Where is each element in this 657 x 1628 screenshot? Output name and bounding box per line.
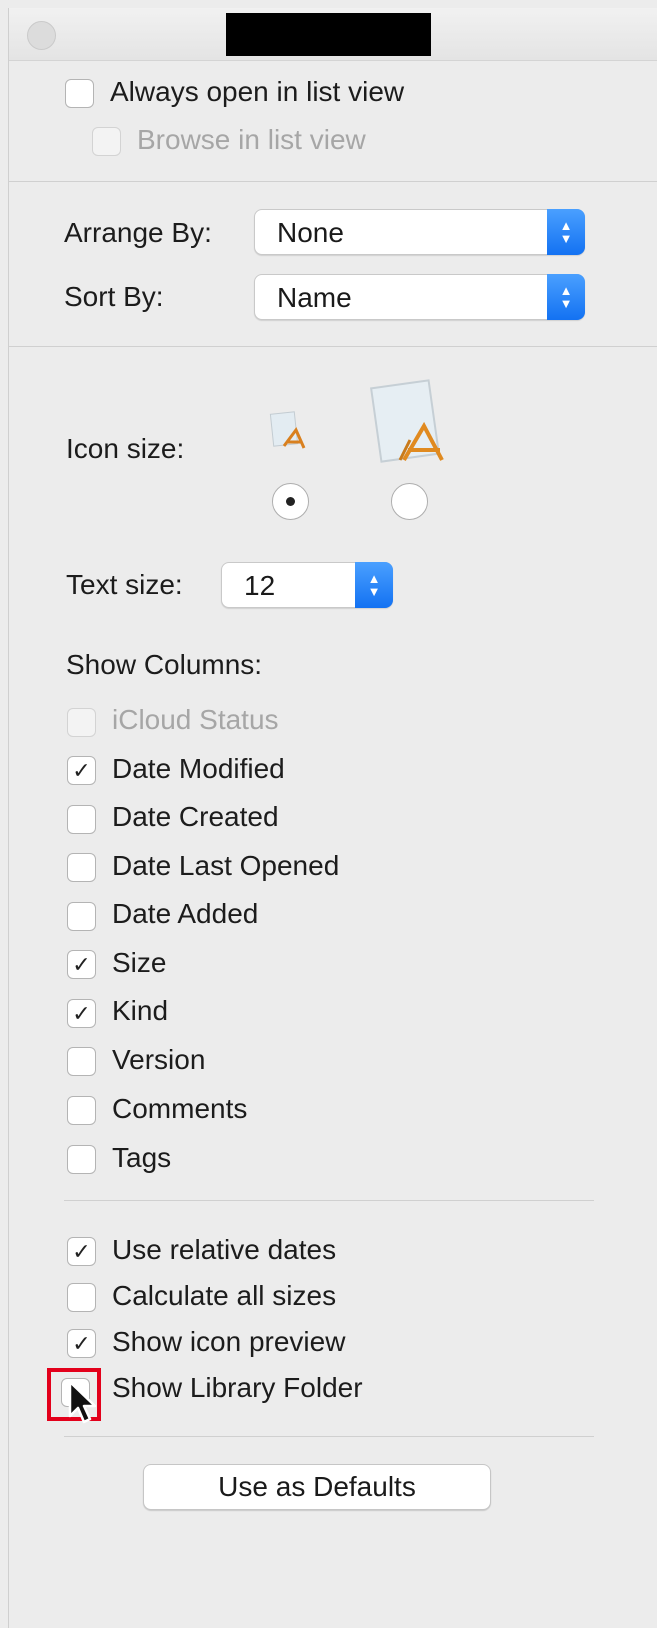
divider <box>64 1436 594 1437</box>
date-created-checkbox[interactable] <box>67 805 96 834</box>
text-size-label: Text size: <box>66 569 183 600</box>
text-size-popup[interactable]: 12 ▲ ▼ <box>221 562 393 608</box>
icon-size-large-radio[interactable] <box>391 483 428 520</box>
show-icon-preview-checkbox[interactable]: ✓ <box>67 1329 96 1358</box>
always-open-list-checkbox[interactable] <box>65 79 94 108</box>
text-size-value: 12 <box>244 570 276 601</box>
mouse-pointer-icon <box>68 1380 97 1424</box>
divider <box>64 1200 594 1201</box>
show-library-folder-label: Show Library Folder <box>112 1372 363 1403</box>
use-relative-dates-label: Use relative dates <box>112 1234 337 1265</box>
icloud-status-label: iCloud Status <box>112 704 279 735</box>
use-relative-dates-checkbox[interactable]: ✓ <box>67 1237 96 1266</box>
date-modified-label: Date Modified <box>112 753 285 784</box>
redacted-title <box>226 13 431 56</box>
title-bar <box>9 8 657 61</box>
version-checkbox[interactable] <box>67 1047 96 1076</box>
date-modified-checkbox[interactable]: ✓ <box>67 756 96 785</box>
browse-list-checkbox[interactable] <box>92 127 121 156</box>
arrange-by-value: None <box>277 217 344 248</box>
sort-by-value: Name <box>277 282 352 313</box>
close-window-button[interactable] <box>27 21 56 50</box>
icloud-status-checkbox[interactable] <box>67 708 96 737</box>
date-last-opened-label: Date Last Opened <box>112 850 340 881</box>
kind-label: Kind <box>112 995 169 1026</box>
chevron-updown-icon: ▲ ▼ <box>355 562 393 608</box>
use-as-defaults-button[interactable]: Use as Defaults <box>143 1464 491 1510</box>
large-document-icon <box>370 379 444 463</box>
date-last-opened-checkbox[interactable] <box>67 853 96 882</box>
size-label: Size <box>112 947 167 978</box>
version-label: Version <box>112 1044 206 1075</box>
radio-selected-dot <box>286 497 295 506</box>
date-added-checkbox[interactable] <box>67 902 96 931</box>
tags-checkbox[interactable] <box>67 1145 96 1174</box>
calculate-all-sizes-label: Calculate all sizes <box>112 1280 337 1311</box>
divider <box>8 346 657 347</box>
arrange-by-popup[interactable]: None ▲ ▼ <box>254 209 585 255</box>
show-columns-heading: Show Columns: <box>66 649 263 680</box>
sort-by-popup[interactable]: Name ▲ ▼ <box>254 274 585 320</box>
comments-label: Comments <box>112 1093 248 1124</box>
calculate-all-sizes-checkbox[interactable] <box>67 1283 96 1312</box>
show-icon-preview-label: Show icon preview <box>112 1326 346 1357</box>
kind-checkbox[interactable]: ✓ <box>67 999 96 1028</box>
browse-list-label: Browse in list view <box>137 124 366 155</box>
divider <box>8 181 657 182</box>
chevron-updown-icon: ▲ ▼ <box>547 209 585 255</box>
icon-size-label: Icon size: <box>66 433 185 464</box>
date-created-label: Date Created <box>112 801 279 832</box>
small-document-icon <box>269 411 306 449</box>
arrange-by-label: Arrange By: <box>64 217 212 248</box>
date-added-label: Date Added <box>112 898 259 929</box>
icon-size-small-radio[interactable] <box>272 483 309 520</box>
sort-by-label: Sort By: <box>64 281 164 312</box>
chevron-updown-icon: ▲ ▼ <box>547 274 585 320</box>
size-checkbox[interactable]: ✓ <box>67 950 96 979</box>
comments-checkbox[interactable] <box>67 1096 96 1125</box>
tags-label: Tags <box>112 1142 172 1173</box>
always-open-list-label: Always open in list view <box>110 76 405 107</box>
